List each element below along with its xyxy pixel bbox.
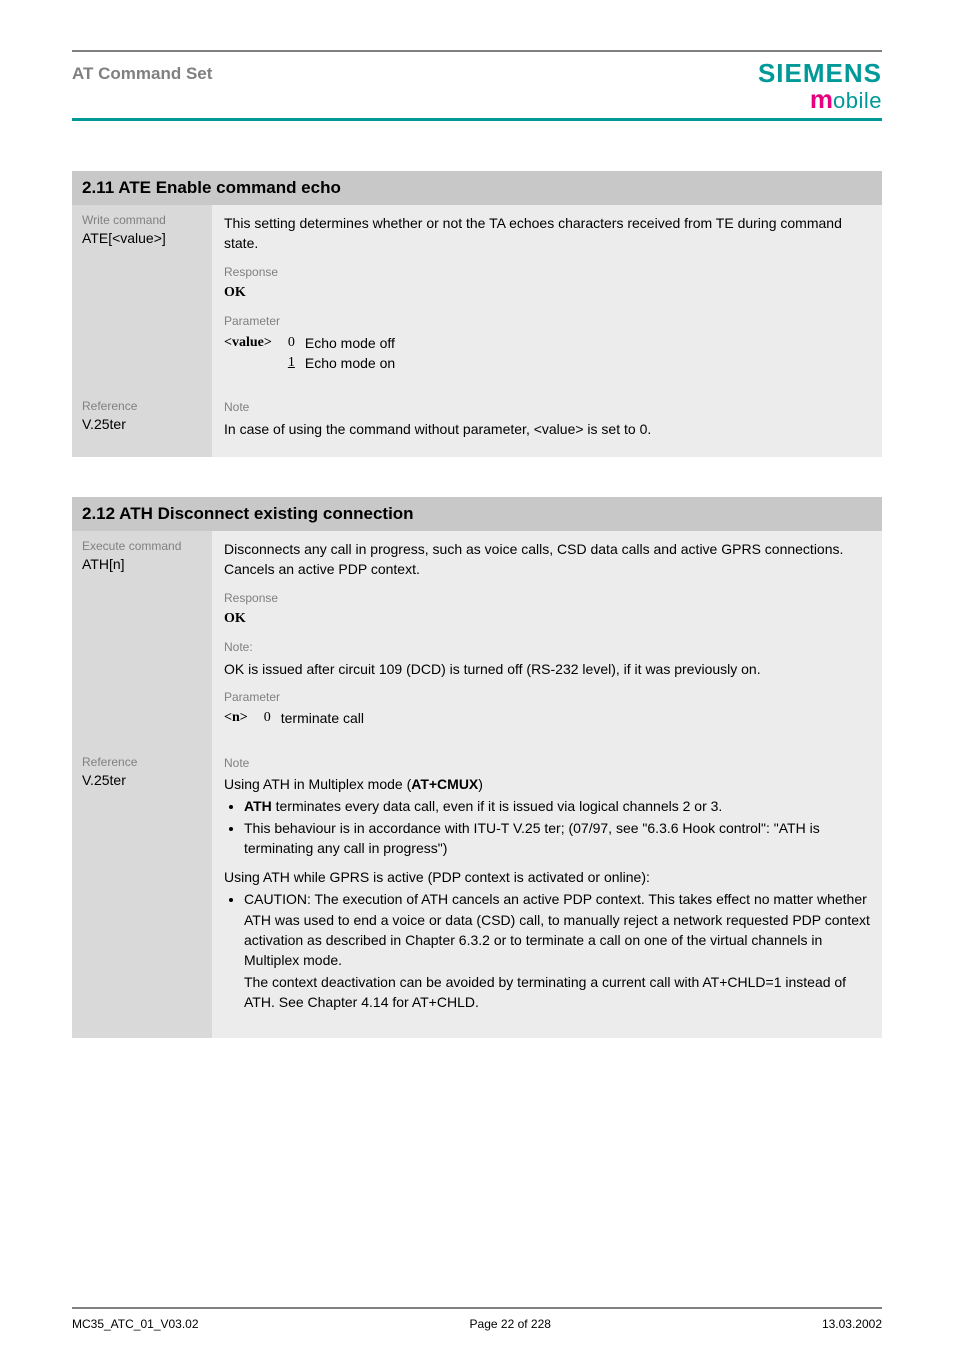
footer-right: 13.03.2002 [822, 1317, 882, 1331]
page-header-title: AT Command Set [72, 60, 212, 84]
write-command-label: Write command [82, 213, 202, 227]
response-label: Response [224, 264, 870, 281]
reference-label: Reference [82, 399, 202, 413]
reference-label-2: Reference [82, 755, 202, 769]
param-n-num: 0 [264, 708, 281, 728]
parameter-label: Parameter [224, 313, 870, 330]
ate-description: This setting determines whether or not t… [224, 213, 870, 254]
note-label-2: Note [224, 755, 870, 772]
logo-mobile-rest: obile [833, 90, 882, 112]
gprs-intro: Using ATH while GPRS is active (PDP cont… [224, 867, 870, 887]
note-inline-label: Note: [224, 639, 870, 656]
param-desc-1: Echo mode on [305, 353, 395, 373]
execute-command-label: Execute command [82, 539, 202, 553]
param-key-n: <n> [224, 708, 264, 728]
logo-mobile-m: m [810, 86, 833, 112]
param-desc-0: Echo mode off [305, 333, 395, 353]
note-label: Note [224, 399, 870, 416]
section-heading-212: 2.12 ATH Disconnect existing connection [72, 497, 882, 531]
execute-command-value: ATH[n] [82, 556, 202, 572]
section-ath: 2.12 ATH Disconnect existing connection … [72, 497, 882, 1038]
write-command-value: ATE[<value>] [82, 230, 202, 246]
param-num-1: 1 [288, 353, 305, 373]
note-text: In case of using the command without par… [224, 419, 870, 439]
parameter-label-2: Parameter [224, 689, 870, 706]
response-ok-2: OK [224, 609, 870, 629]
footer-center: Page 22 of 228 [470, 1317, 551, 1331]
mux-bullet-1: ATH terminates every data call, even if … [244, 796, 870, 816]
reference-value: V.25ter [82, 416, 202, 432]
response-ok: OK [224, 283, 870, 303]
response-label-2: Response [224, 590, 870, 607]
section-heading-211: 2.11 ATE Enable command echo [72, 171, 882, 205]
note-inline-text: OK is issued after circuit 109 (DCD) is … [224, 659, 870, 679]
param-num-0: 0 [288, 333, 305, 353]
footer-left: MC35_ATC_01_V03.02 [72, 1317, 199, 1331]
param-key-value: <value> [224, 333, 288, 353]
siemens-logo: SIEMENS mobile [758, 60, 882, 112]
gprs-tail: The context deactivation can be avoided … [224, 972, 870, 1013]
param-n-desc: terminate call [281, 708, 364, 728]
mux-intro: Using ATH in Multiplex mode (AT+CMUX) [224, 774, 870, 794]
logo-siemens: SIEMENS [758, 60, 882, 86]
mux-bullet-2: This behaviour is in accordance with ITU… [244, 818, 870, 859]
section-ate: 2.11 ATE Enable command echo Write comma… [72, 171, 882, 457]
gprs-bullet: CAUTION: The execution of ATH cancels an… [244, 889, 870, 970]
reference-value-2: V.25ter [82, 772, 202, 788]
ath-description: Disconnects any call in progress, such a… [224, 539, 870, 580]
